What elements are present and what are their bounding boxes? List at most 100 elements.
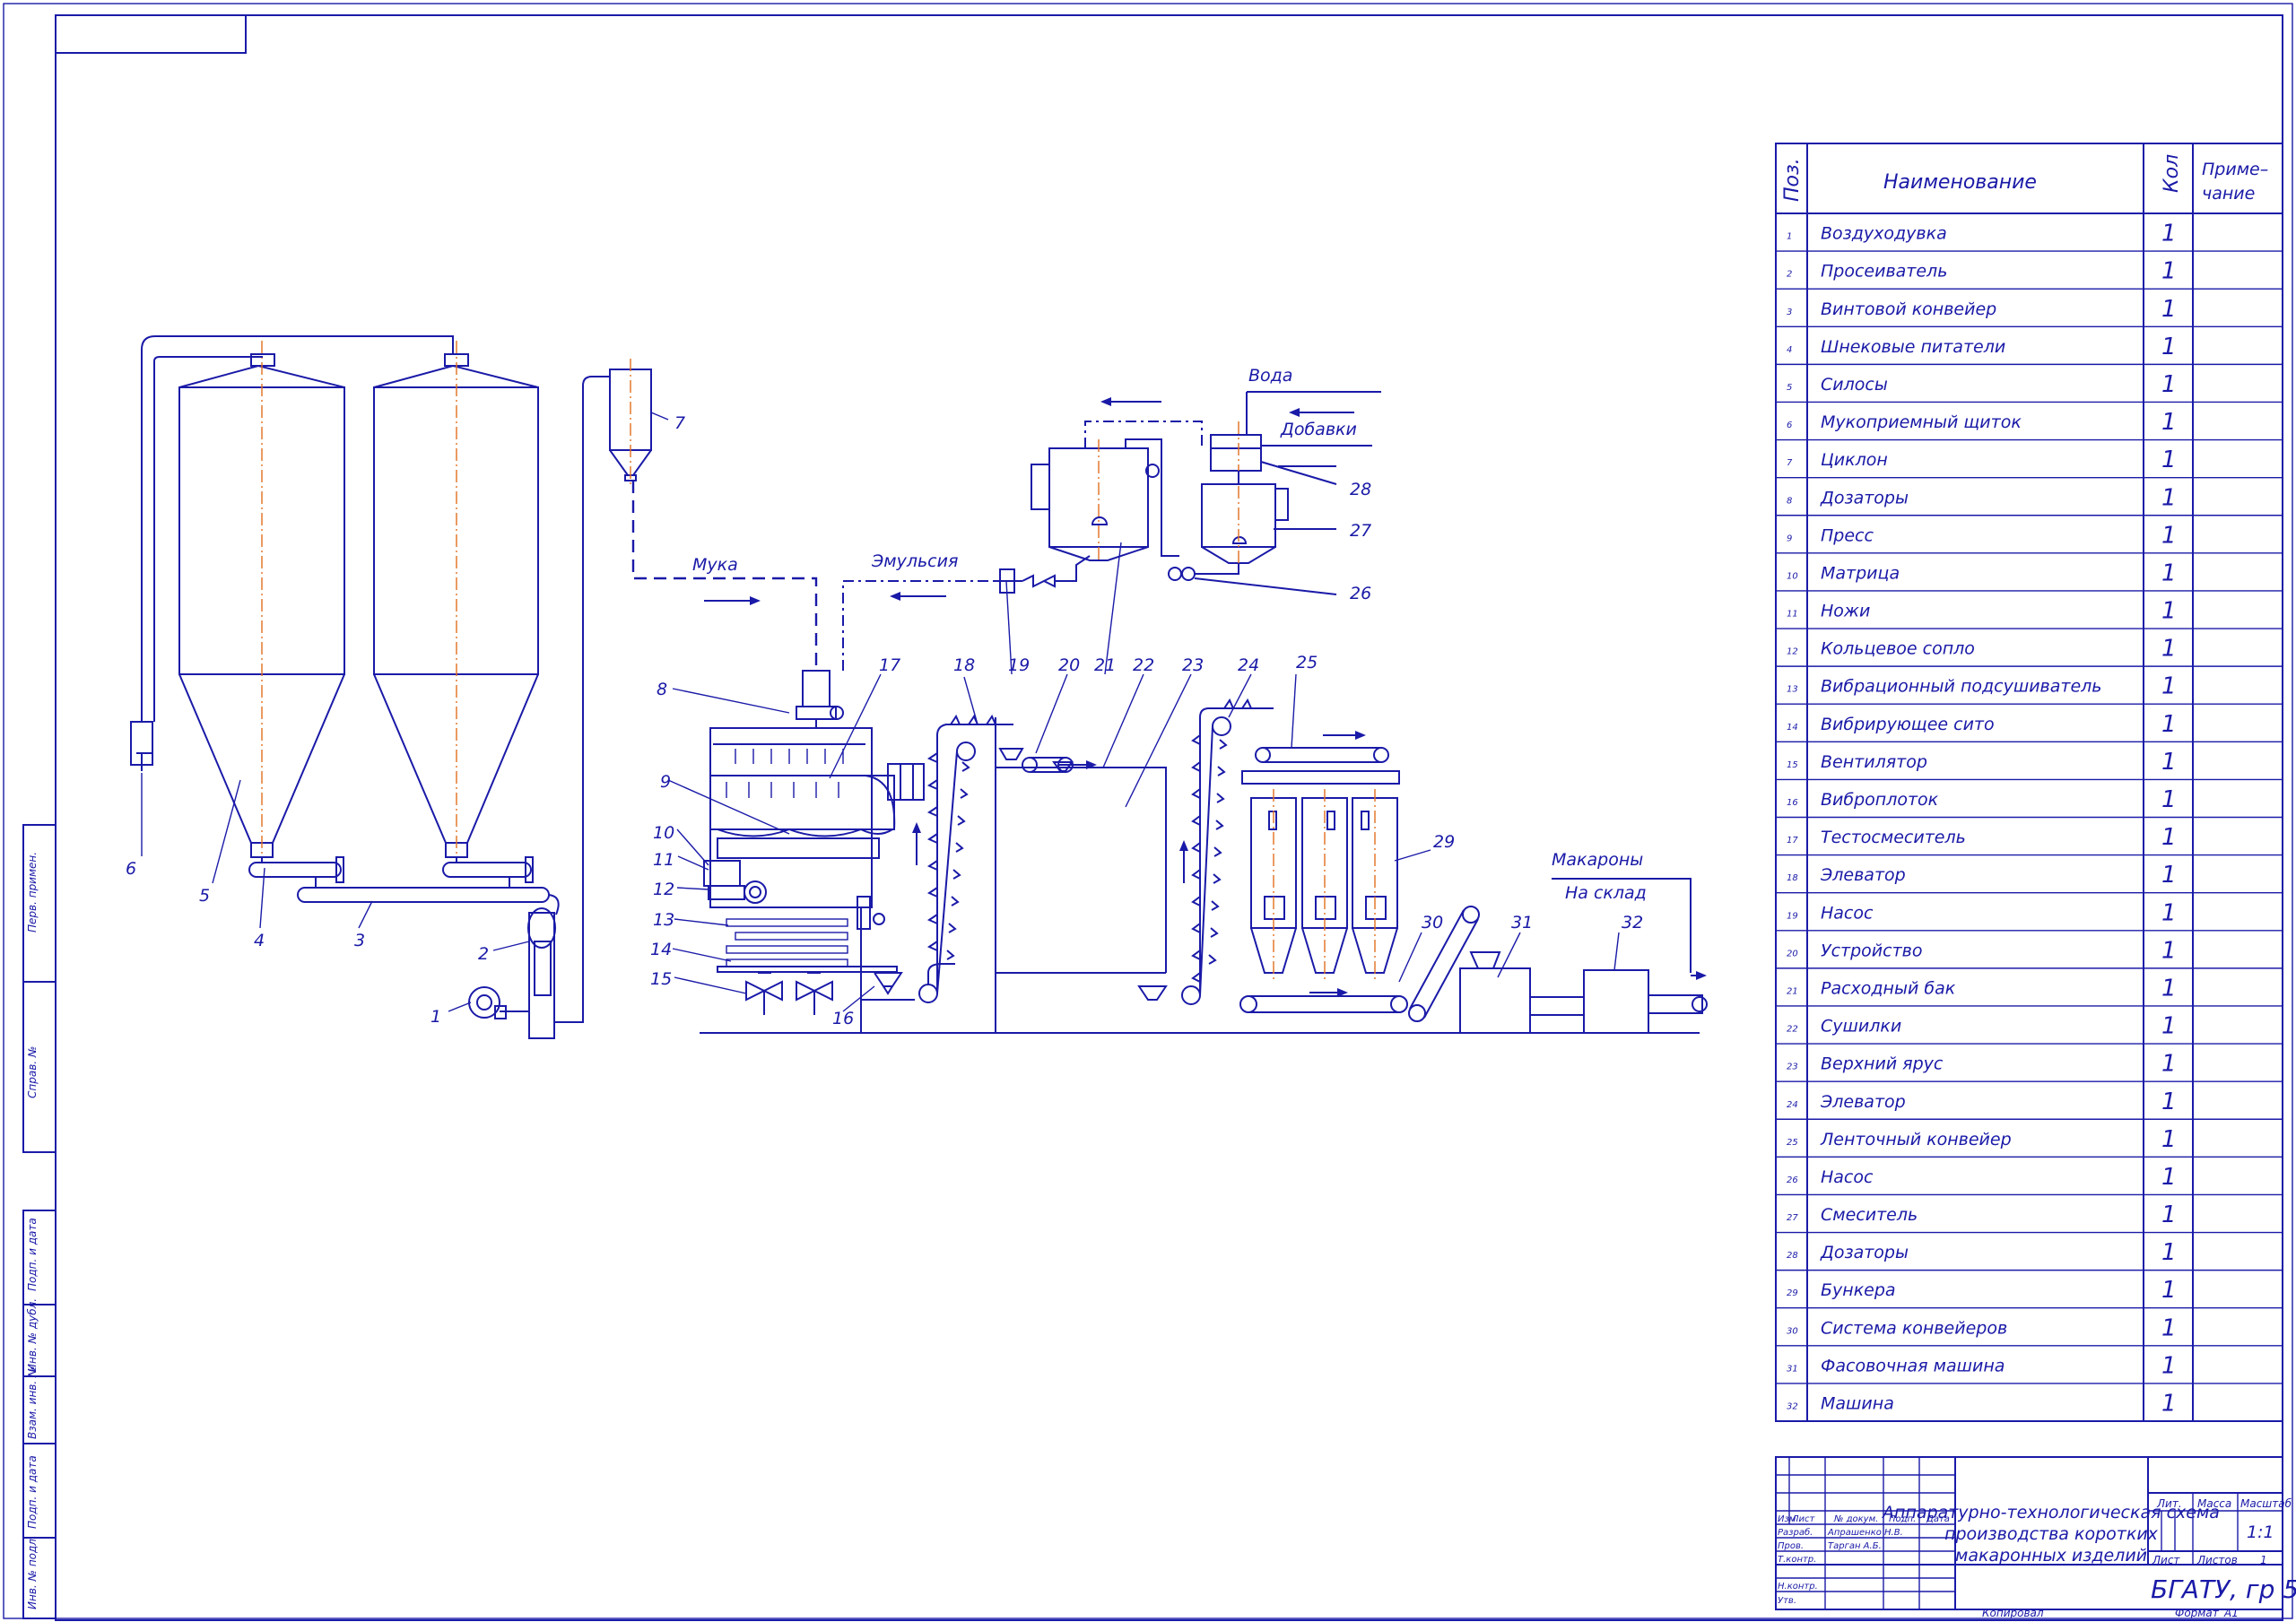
callout: 30 — [1422, 913, 1443, 932]
water-label: Вода — [1248, 366, 1292, 386]
table-cell-qty: 1 — [2161, 1201, 2177, 1228]
outer-sheet-border — [3, 3, 2293, 1619]
table-cell-pos: 1 — [1787, 232, 1792, 242]
table-cell-name: Вибрирующее сито — [1821, 715, 1995, 734]
table-cell-name: Расходный бак — [1821, 978, 1956, 998]
table-cell-name: Шнековые питатели — [1821, 337, 2005, 357]
table-header-name: Наименование — [1883, 171, 2037, 194]
callout: 23 — [1182, 655, 1204, 675]
table-cell-name: Силосы — [1821, 375, 1888, 395]
callout: 7 — [674, 413, 685, 433]
role-prov: Пров. — [1778, 1541, 1804, 1551]
name-razrab: Апрашенко Н.В. — [1827, 1528, 1903, 1538]
table-cell-qty: 1 — [2161, 862, 2177, 889]
table-cell-pos: 6 — [1787, 421, 1792, 430]
table-cell-qty: 1 — [2161, 1089, 2177, 1115]
format-label: Формат — [2175, 1607, 2220, 1619]
specification-table: Поз. Наименование Кол Приме– чание 1 Возд… — [1775, 143, 2283, 1422]
flour-label: Мука — [692, 555, 738, 575]
pasta-label: Макароны — [1552, 850, 1643, 870]
callout: 24 — [1238, 655, 1259, 675]
pump-26 — [1168, 567, 1337, 595]
margin-stamp-text: Перв. примен. — [26, 852, 39, 932]
role-razrab: Разраб. — [1778, 1527, 1813, 1538]
table-cell-pos: 25 — [1787, 1138, 1798, 1148]
table-cell-pos: 27 — [1787, 1213, 1798, 1223]
callout-numbers: 1 2 3 4 5 6 7 8 9 10 11 12 13 14 15 16 1… — [126, 413, 1643, 1028]
silo-right — [373, 341, 539, 861]
table-cell-qty: 1 — [2161, 371, 2177, 398]
table-cell-qty: 1 — [2161, 522, 2177, 549]
table-cell-qty: 1 — [2161, 598, 2177, 625]
table-cell-name: Сушилки — [1821, 1017, 1901, 1037]
callout: 13 — [653, 910, 674, 930]
table-cell-name: Ножи — [1821, 602, 1870, 621]
callout: 19 — [1008, 655, 1030, 675]
screw-conveyors — [248, 856, 550, 903]
copied-label: Копировал — [1982, 1607, 2044, 1619]
document-title-line: макаронных изделий — [1955, 1546, 2147, 1566]
table-header-note: чание — [2202, 184, 2255, 204]
table-cell-pos: 16 — [1787, 798, 1798, 808]
callout: 1 — [430, 1007, 441, 1027]
callout: 14 — [650, 940, 672, 959]
table-header-note: Приме– — [2202, 160, 2268, 179]
scale-label: Масштаб — [2240, 1497, 2292, 1510]
table-cell-name: Машина — [1821, 1394, 1894, 1414]
elevator-18 — [918, 714, 1013, 1003]
callout: 26 — [1350, 584, 1371, 603]
callout: 32 — [1622, 913, 1643, 932]
table-cell-qty: 1 — [2161, 711, 2177, 738]
table-cell-pos: 21 — [1787, 986, 1798, 996]
table-cell-name: Смеситель — [1821, 1205, 1918, 1225]
table-cell-qty: 1 — [2161, 673, 2177, 700]
table-cell-pos: 29 — [1787, 1288, 1798, 1298]
table-cell-pos: 12 — [1787, 647, 1798, 657]
callout: 27 — [1350, 521, 1371, 541]
left-margin-stamps: Перв. примен. Справ. № Подп. и дата Инв.… — [22, 824, 57, 1619]
scale-value: 1:1 — [2247, 1522, 2274, 1542]
process-flow-diagram: Перв. примен. Справ. № Подп. и дата Инв.… — [3, 3, 2296, 1621]
table-cell-qty: 1 — [2161, 296, 2177, 323]
table-cell-name: Винтовой конвейер — [1821, 299, 1996, 319]
table-cell-qty: 1 — [2161, 258, 2177, 285]
table-cell-name: Вибрационный подсушиватель — [1821, 677, 2102, 697]
callout: 4 — [254, 931, 265, 950]
table-cell-name: Система конвейеров — [1821, 1318, 2007, 1338]
table-cell-qty: 1 — [2161, 636, 2177, 663]
sheet-label: Лист — [2152, 1554, 2180, 1566]
table-cell-qty: 1 — [2161, 334, 2177, 360]
table-cell-qty: 1 — [2161, 1126, 2177, 1153]
table-cell-pos: 23 — [1787, 1063, 1798, 1072]
table-cell-pos: 10 — [1787, 571, 1798, 581]
to-warehouse-label: На склад — [1565, 883, 1647, 903]
table-cell-pos: 4 — [1787, 345, 1792, 355]
callout: 2 — [478, 944, 489, 964]
table-cell-pos: 19 — [1787, 911, 1798, 921]
table-cell-qty: 1 — [2161, 1051, 2177, 1078]
table-cell-name: Фасовочная машина — [1821, 1356, 2005, 1375]
table-cell-pos: 28 — [1787, 1251, 1798, 1261]
callout: 3 — [354, 931, 365, 950]
sifter-and-blower — [468, 376, 610, 1039]
callout: 15 — [650, 969, 672, 989]
silo-left — [178, 341, 345, 861]
table-cell-qty: 1 — [2161, 484, 2177, 511]
table-cell-name: Виброплоток — [1821, 790, 1939, 810]
table-cell-name: Дозаторы — [1820, 1243, 1909, 1262]
packaging-machine-31 — [1459, 951, 1585, 1034]
table-cell-name: Матрица — [1821, 563, 1900, 583]
role-tkontr: Т.контр. — [1778, 1555, 1816, 1565]
margin-stamp-text: Взам. инв. № — [26, 1366, 39, 1439]
table-cell-name: Ленточный конвейер — [1820, 1130, 2012, 1149]
table-cell-pos: 22 — [1787, 1025, 1798, 1035]
name-prov: Тарган А.Б. — [1828, 1541, 1882, 1551]
bunkers-29 — [1250, 789, 1398, 982]
table-cell-pos: 11 — [1787, 610, 1798, 620]
callout: 8 — [657, 680, 667, 699]
callout: 31 — [1511, 913, 1533, 932]
table-cell-name: Просеиватель — [1821, 262, 1947, 282]
table-cell-pos: 14 — [1787, 723, 1798, 733]
table-cell-name: Пресс — [1821, 525, 1874, 545]
table-cell-qty: 1 — [2161, 221, 2177, 247]
